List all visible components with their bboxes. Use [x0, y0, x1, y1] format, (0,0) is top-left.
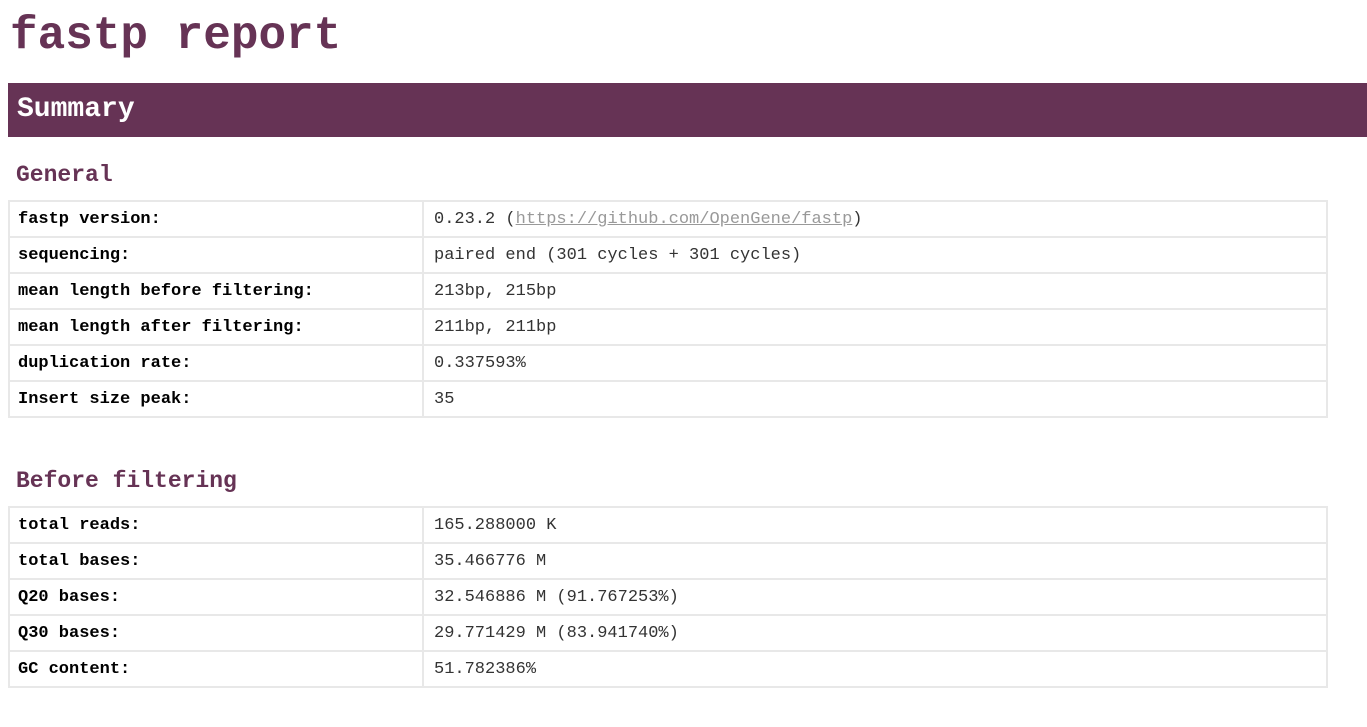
- q20-bases-label: Q20 bases:: [8, 578, 424, 616]
- fastp-version-number: 0.23.2 (: [434, 209, 516, 229]
- insert-size-peak-label: Insert size peak:: [8, 380, 424, 418]
- general-heading[interactable]: General: [16, 161, 113, 189]
- fastp-version-label: fastp version:: [8, 200, 424, 238]
- sequencing-label: sequencing:: [8, 236, 424, 274]
- total-bases-value: 35.466776 M: [422, 542, 1328, 580]
- insert-size-peak-value: 35: [422, 380, 1328, 418]
- table-row: Q30 bases: 29.771429 M (83.941740%): [8, 614, 1328, 652]
- fastp-github-link[interactable]: https://github.com/OpenGene/fastp: [516, 210, 853, 229]
- fastp-version-value: 0.23.2 (https://github.com/OpenGene/fast…: [422, 200, 1328, 238]
- before-filtering-table: total reads: 165.288000 K total bases: 3…: [8, 506, 1328, 688]
- table-row: total bases: 35.466776 M: [8, 542, 1328, 580]
- sequencing-value: paired end (301 cycles + 301 cycles): [422, 236, 1328, 274]
- table-row: mean length before filtering: 213bp, 215…: [8, 272, 1328, 310]
- mean-length-after-label: mean length after filtering:: [8, 308, 424, 346]
- table-row: Q20 bases: 32.546886 M (91.767253%): [8, 578, 1328, 616]
- duplication-rate-label: duplication rate:: [8, 344, 424, 382]
- table-row: duplication rate: 0.337593%: [8, 344, 1328, 382]
- duplication-rate-value: 0.337593%: [422, 344, 1328, 382]
- mean-length-after-value: 211bp, 211bp: [422, 308, 1328, 346]
- fastp-version-suffix: ): [852, 209, 863, 229]
- table-row: total reads: 165.288000 K: [8, 506, 1328, 544]
- table-row: mean length after filtering: 211bp, 211b…: [8, 308, 1328, 346]
- total-reads-label: total reads:: [8, 506, 424, 544]
- table-row: Insert size peak: 35: [8, 380, 1328, 418]
- general-table: fastp version: 0.23.2 (https://github.co…: [8, 200, 1328, 418]
- gc-content-label: GC content:: [8, 650, 424, 688]
- q30-bases-label: Q30 bases:: [8, 614, 424, 652]
- summary-banner: Summary: [8, 83, 1367, 137]
- q30-bases-value: 29.771429 M (83.941740%): [422, 614, 1328, 652]
- before-filtering-heading[interactable]: Before filtering: [16, 467, 237, 495]
- mean-length-before-label: mean length before filtering:: [8, 272, 424, 310]
- summary-heading[interactable]: Summary: [17, 83, 1367, 137]
- total-reads-value: 165.288000 K: [422, 506, 1328, 544]
- q20-bases-value: 32.546886 M (91.767253%): [422, 578, 1328, 616]
- page-title: fastp report: [10, 10, 342, 62]
- gc-content-value: 51.782386%: [422, 650, 1328, 688]
- table-row: sequencing: paired end (301 cycles + 301…: [8, 236, 1328, 274]
- total-bases-label: total bases:: [8, 542, 424, 580]
- table-row: fastp version: 0.23.2 (https://github.co…: [8, 200, 1328, 238]
- mean-length-before-value: 213bp, 215bp: [422, 272, 1328, 310]
- table-row: GC content: 51.782386%: [8, 650, 1328, 688]
- report-page: fastp report Summary General fastp versi…: [0, 0, 1367, 727]
